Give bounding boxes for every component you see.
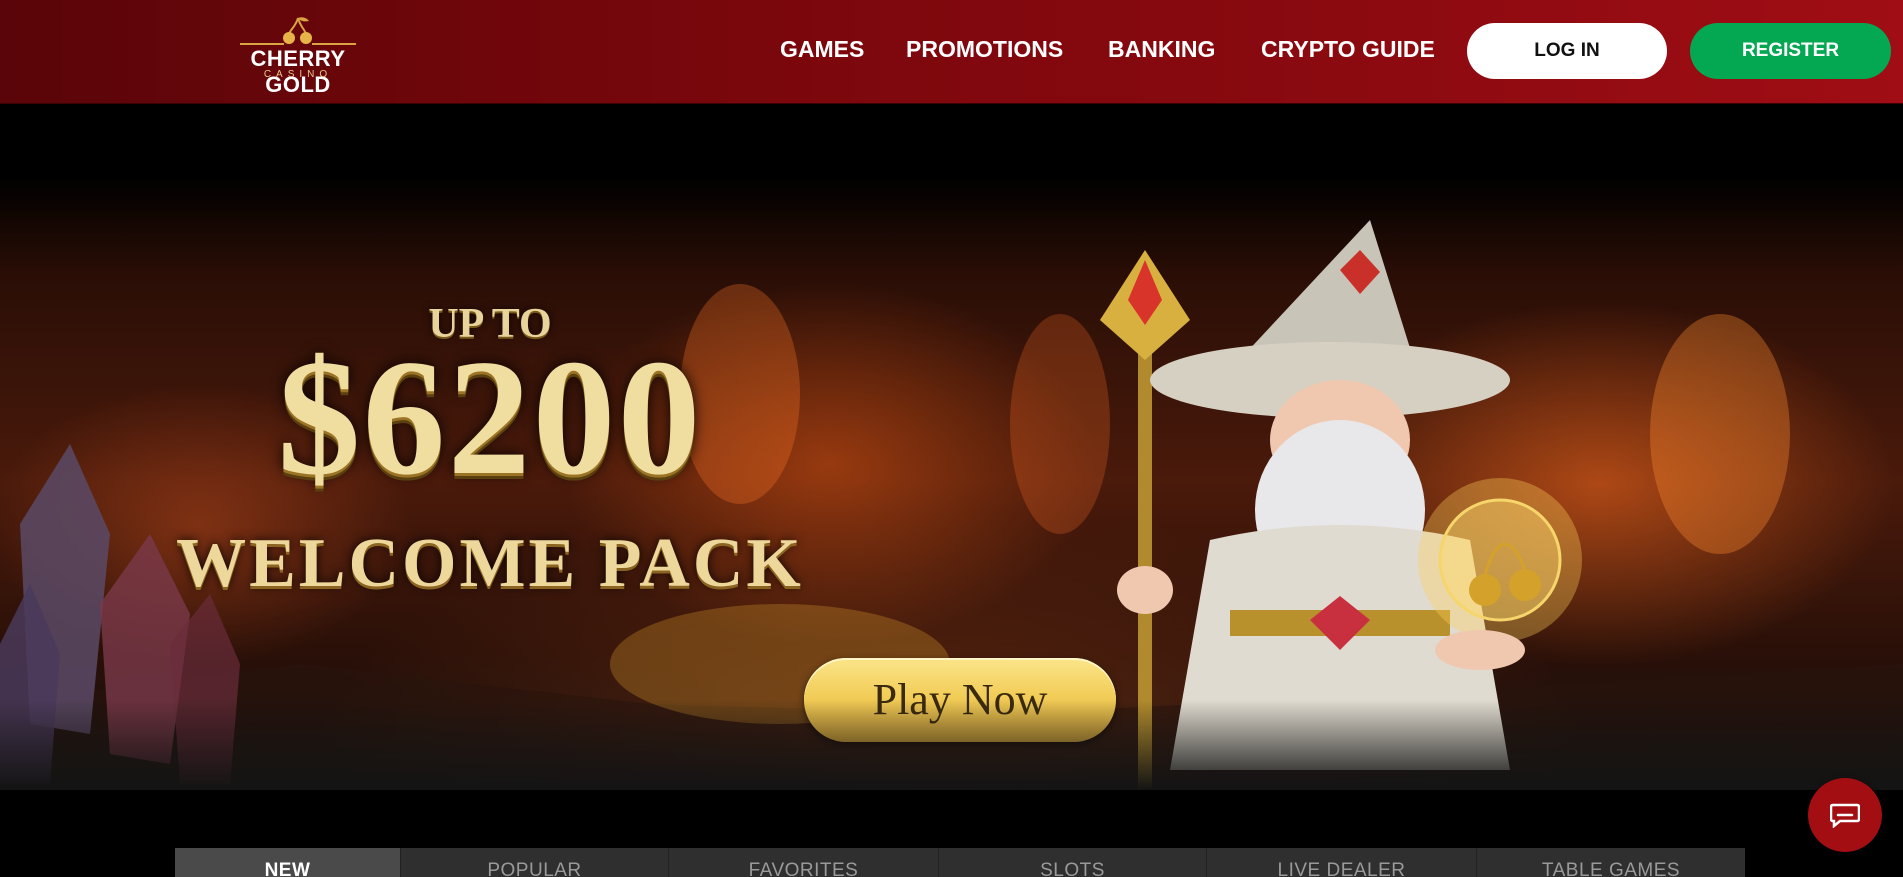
- logo-sub: CASINO: [263, 69, 333, 80]
- site-header: CHERRY GOLD CASINO GAMES PROMOTIONS BANK…: [0, 0, 1903, 104]
- tab-favorites[interactable]: FAVORITES: [669, 848, 939, 877]
- nav-promotions[interactable]: PROMOTIONS: [906, 36, 1063, 63]
- tab-table-games[interactable]: TABLE GAMES: [1477, 848, 1745, 877]
- nav-crypto-guide[interactable]: CRYPTO GUIDE: [1261, 36, 1435, 63]
- login-button[interactable]: LOG IN: [1467, 23, 1667, 79]
- cherry-gold-logo[interactable]: CHERRY GOLD CASINO: [222, 16, 374, 97]
- chat-button[interactable]: [1808, 778, 1882, 852]
- hero-bottom-fade: [0, 700, 1903, 790]
- hero-banner[interactable]: UP TO $6200 WELCOME PACK Play Now: [0, 104, 1903, 790]
- tab-new[interactable]: NEW: [175, 848, 401, 877]
- promo-welcome-pack: WELCOME PACK: [176, 525, 804, 602]
- game-category-tabs: NEW POPULAR FAVORITES SLOTS LIVE DEALER …: [175, 848, 1745, 877]
- logo-line-left: [240, 43, 284, 45]
- logo-line-right: [312, 43, 356, 45]
- tab-slots[interactable]: SLOTS: [939, 848, 1207, 877]
- register-button[interactable]: REGISTER: [1690, 23, 1891, 79]
- chat-icon: [1830, 803, 1860, 828]
- nav-banking[interactable]: BANKING: [1108, 36, 1215, 63]
- tab-popular[interactable]: POPULAR: [401, 848, 669, 877]
- tab-live-dealer[interactable]: LIVE DEALER: [1207, 848, 1477, 877]
- cherry-logo-icon: [283, 17, 312, 44]
- promo-amount: $6200: [277, 325, 703, 509]
- nav-games[interactable]: GAMES: [780, 36, 864, 63]
